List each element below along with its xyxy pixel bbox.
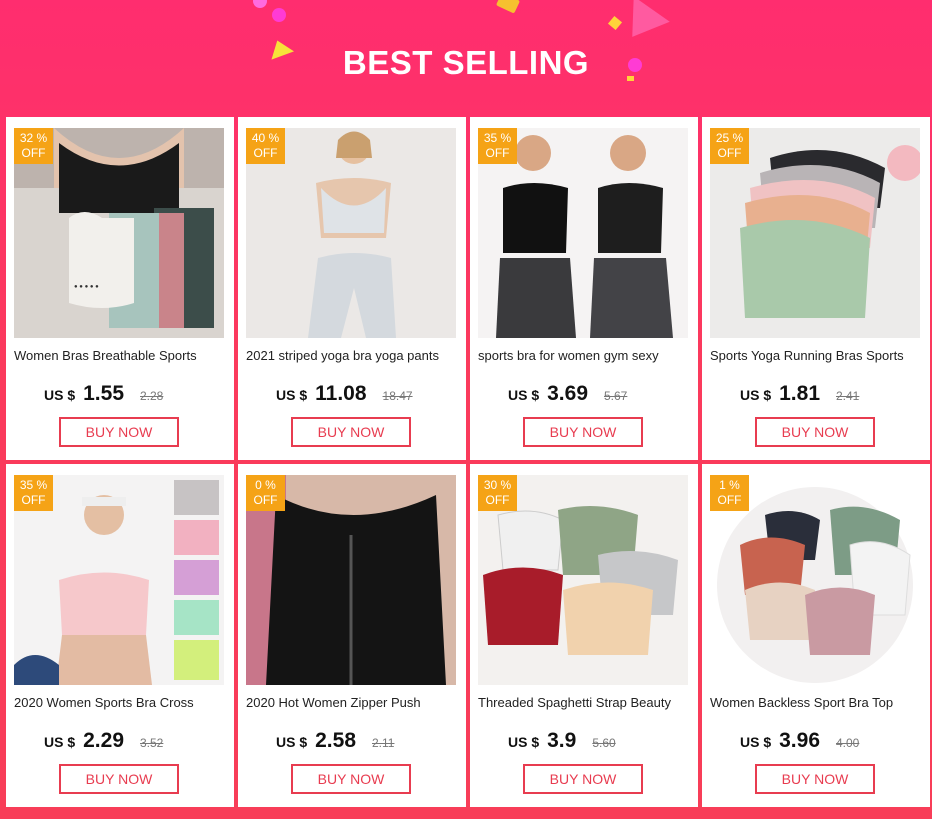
product-card[interactable]: 30 % OFF Threaded Spaghetti Strap Beauty… [470, 464, 698, 807]
confetti-piece [495, 0, 521, 14]
price: US $ 2.29 3.52 [44, 729, 163, 753]
product-card[interactable]: 35 % OFF 2020 Women Sports Bra Cross US … [6, 464, 234, 807]
product-name[interactable]: 2020 Women Sports Bra Cross [14, 695, 228, 710]
original-price: 5.67 [604, 389, 628, 403]
sale-price: 11.08 [315, 382, 367, 405]
buy-now-button[interactable]: BUY NOW [59, 764, 179, 794]
buy-now-button[interactable]: BUY NOW [59, 417, 179, 447]
price: US $ 3.96 4.00 [740, 729, 859, 753]
original-price: 4.00 [836, 736, 860, 750]
price: US $ 1.55 2.28 [44, 382, 163, 406]
price: US $ 3.69 5.67 [508, 382, 627, 406]
sale-price: 1.55 [83, 382, 124, 405]
confetti-triangle [614, 0, 670, 50]
product-card[interactable]: 35 % OFF sports bra for women gym sexy U… [470, 117, 698, 460]
product-card[interactable]: 1 % OFF Women Backless Sport Bra Top US … [702, 464, 930, 807]
product-name[interactable]: sports bra for women gym sexy [478, 348, 692, 363]
price: US $ 1.81 2.41 [740, 382, 859, 406]
original-price: 2.11 [372, 736, 395, 750]
currency-label: US $ [276, 387, 308, 403]
price: US $ 11.08 18.47 [276, 382, 413, 406]
product-card[interactable]: 0 % OFF 2020 Hot Women Zipper Push US $ … [238, 464, 466, 807]
buy-now-button[interactable]: BUY NOW [523, 764, 643, 794]
product-name[interactable]: 2021 striped yoga bra yoga pants [246, 348, 460, 363]
buy-now-button[interactable]: BUY NOW [291, 417, 411, 447]
product-name[interactable]: Women Bras Breathable Sports [14, 348, 228, 363]
product-card[interactable]: ● ● ● ● ● 32 % OFF Women Bras Breathable… [6, 117, 234, 460]
product-card[interactable]: 40 % OFF 2021 striped yoga bra yoga pant… [238, 117, 466, 460]
discount-badge: 35 % OFF [14, 475, 53, 511]
currency-label: US $ [44, 734, 76, 750]
discount-badge: 25 % OFF [710, 128, 749, 164]
discount-badge: 0 % OFF [246, 475, 285, 511]
confetti-dot [253, 0, 267, 8]
product-name[interactable]: Sports Yoga Running Bras Sports [710, 348, 924, 363]
svg-text:● ● ● ● ●: ● ● ● ● ● [74, 284, 99, 290]
product-grid: ● ● ● ● ● 32 % OFF Women Bras Breathable… [6, 117, 930, 807]
currency-label: US $ [508, 734, 540, 750]
product-card[interactable]: 25 % OFF Sports Yoga Running Bras Sports… [702, 117, 930, 460]
original-price: 3.52 [140, 736, 164, 750]
discount-badge: 35 % OFF [478, 128, 517, 164]
product-name[interactable]: Women Backless Sport Bra Top [710, 695, 924, 710]
product-name[interactable]: Threaded Spaghetti Strap Beauty [478, 695, 692, 710]
currency-label: US $ [44, 387, 76, 403]
original-price: 18.47 [382, 389, 413, 403]
sale-price: 3.96 [779, 729, 820, 752]
buy-now-button[interactable]: BUY NOW [291, 764, 411, 794]
buy-now-button[interactable]: BUY NOW [755, 764, 875, 794]
price: US $ 3.9 5.60 [508, 729, 616, 753]
sale-price: 2.29 [83, 729, 124, 752]
product-name[interactable]: 2020 Hot Women Zipper Push [246, 695, 460, 710]
confetti-dot [272, 8, 286, 22]
discount-badge: 1 % OFF [710, 475, 749, 511]
sale-price: 2.58 [315, 729, 356, 752]
discount-badge: 30 % OFF [478, 475, 517, 511]
buy-now-button[interactable]: BUY NOW [523, 417, 643, 447]
price: US $ 2.58 2.11 [276, 729, 394, 753]
buy-now-button[interactable]: BUY NOW [755, 417, 875, 447]
currency-label: US $ [740, 734, 772, 750]
sale-price: 3.69 [547, 382, 588, 405]
currency-label: US $ [740, 387, 772, 403]
currency-label: US $ [276, 734, 308, 750]
original-price: 2.41 [836, 389, 860, 403]
original-price: 5.60 [592, 736, 616, 750]
sale-price: 3.9 [547, 729, 577, 752]
original-price: 2.28 [140, 389, 164, 403]
sale-price: 1.81 [779, 382, 820, 405]
discount-badge: 40 % OFF [246, 128, 285, 164]
discount-badge: 32 % OFF [14, 128, 53, 164]
section-title: BEST SELLING [342, 44, 590, 81]
currency-label: US $ [508, 387, 540, 403]
